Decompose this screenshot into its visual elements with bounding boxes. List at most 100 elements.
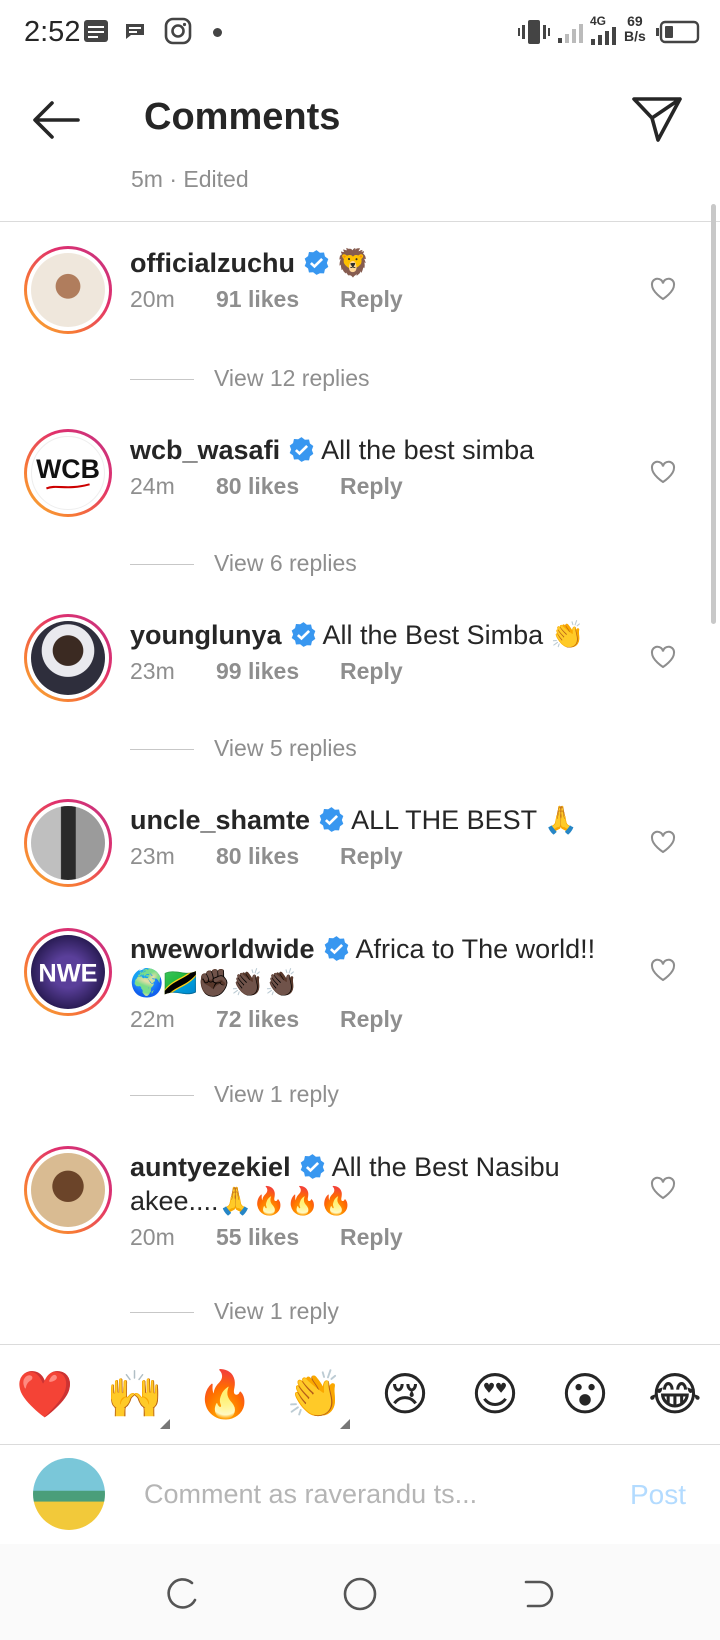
- like-heart-icon[interactable]: [650, 460, 676, 484]
- view-replies-text[interactable]: View 12 replies: [214, 365, 370, 392]
- like-heart-icon[interactable]: [650, 277, 676, 301]
- comment-body: 🦁: [336, 248, 370, 278]
- notification-dot: [213, 28, 222, 37]
- view-replies-line: [130, 1095, 194, 1096]
- like-heart-icon[interactable]: [650, 645, 676, 669]
- reply-button[interactable]: Reply: [340, 286, 403, 313]
- comment-likes[interactable]: 72 likes: [216, 1006, 299, 1033]
- svg-text:WCB: WCB: [36, 454, 100, 484]
- share-send-icon[interactable]: [630, 94, 684, 144]
- verified-badge-icon: [300, 1154, 324, 1179]
- signal-weak-icon: [558, 24, 583, 43]
- comment-text: younglunya All the Best Simba 👏: [130, 618, 610, 652]
- surprised-emoji-button[interactable]: 😮: [555, 1367, 615, 1421]
- emoji-reaction-bar: ❤️ 🙌 🔥 👏 😢 😍 😮 😂: [0, 1344, 720, 1444]
- view-replies-link[interactable]: View 6 replies: [130, 550, 450, 580]
- reply-button[interactable]: Reply: [340, 1224, 403, 1251]
- comment-text: officialzuchu 🦁: [130, 246, 610, 280]
- view-replies-link[interactable]: View 1 reply: [130, 1081, 450, 1111]
- comment-username[interactable]: uncle_shamte: [130, 805, 310, 835]
- previous-comment-meta: 5m · Edited: [131, 166, 249, 192]
- reply-button[interactable]: Reply: [340, 843, 403, 870]
- laughing-emoji-button[interactable]: 😂: [645, 1367, 705, 1421]
- page-title: Comments: [144, 96, 341, 138]
- comment-time: 24m: [130, 473, 175, 499]
- home-button-icon[interactable]: [340, 1574, 380, 1614]
- message-icon: [126, 24, 144, 39]
- skin-tone-indicator: [160, 1419, 170, 1429]
- avatar-auntyezekiel[interactable]: [24, 1146, 112, 1234]
- comment-time: 23m: [130, 658, 175, 684]
- comment-username[interactable]: officialzuchu: [130, 248, 295, 278]
- vibrate-icon: [518, 20, 550, 44]
- comment-text: auntyezekiel All the Best Nasibu akee....…: [130, 1150, 610, 1218]
- header: Comments: [0, 64, 720, 174]
- status-bar: 2:52 4G 69 B/s: [0, 0, 720, 64]
- status-time: 2:52: [24, 16, 81, 48]
- comment-username[interactable]: auntyezekiel: [130, 1152, 291, 1182]
- comment-username[interactable]: nweworldwide: [130, 934, 315, 964]
- post-button[interactable]: Post: [630, 1479, 686, 1511]
- crying-emoji-button[interactable]: 😢: [375, 1367, 435, 1421]
- view-replies-line: [130, 564, 194, 565]
- avatar-younglunya[interactable]: [24, 614, 112, 702]
- heart-eyes-emoji-button[interactable]: 😍: [465, 1367, 525, 1421]
- view-replies-line: [130, 1312, 194, 1313]
- comment-likes[interactable]: 80 likes: [216, 843, 299, 870]
- view-replies-text[interactable]: View 5 replies: [214, 735, 357, 762]
- comment-username[interactable]: younglunya: [130, 620, 282, 650]
- comment-likes[interactable]: 80 likes: [216, 473, 299, 500]
- comment-input[interactable]: [144, 1471, 594, 1517]
- verified-badge-icon: [291, 622, 315, 647]
- comment-username[interactable]: wcb_wasafi: [130, 435, 280, 465]
- caption-divider: [0, 221, 720, 222]
- battery-icon: [656, 20, 700, 44]
- svg-text:NWE: NWE: [38, 960, 97, 988]
- comment-time: 22m: [130, 1006, 175, 1032]
- comment-text: wcb_wasafi All the best simba: [130, 433, 610, 467]
- verified-badge-icon: [289, 437, 314, 462]
- reply-button[interactable]: Reply: [340, 473, 403, 500]
- like-heart-icon[interactable]: [650, 830, 676, 854]
- like-heart-icon[interactable]: [650, 958, 676, 982]
- back-arrow-icon[interactable]: [30, 98, 82, 142]
- reply-button[interactable]: Reply: [340, 1006, 403, 1033]
- comment-body: All the best simba: [321, 435, 535, 465]
- reply-button[interactable]: Reply: [340, 658, 403, 685]
- notes-icon: [84, 20, 108, 42]
- comment-time: 23m: [130, 843, 175, 869]
- comment-text: nweworldwide Africa to The world!! 🌍🇹🇿✊🏿👏…: [130, 932, 610, 1000]
- verified-badge-icon: [324, 936, 348, 961]
- comment-body: All the Best Simba 👏: [322, 620, 585, 650]
- view-replies-text[interactable]: View 6 replies: [214, 550, 357, 577]
- view-replies-link[interactable]: View 5 replies: [130, 735, 450, 765]
- speed-value: 69: [627, 13, 643, 29]
- comment-composer: Post: [0, 1444, 720, 1544]
- network-speed: 69 B/s: [624, 14, 646, 44]
- avatar-nweworldwide[interactable]: NWE: [24, 928, 112, 1016]
- comment-likes[interactable]: 55 likes: [216, 1224, 299, 1251]
- avatar-officialzuchu[interactable]: [24, 246, 112, 334]
- comment-likes[interactable]: 91 likes: [216, 286, 299, 313]
- comment-body: ALL THE BEST 🙏: [351, 805, 578, 835]
- speed-unit: B/s: [624, 28, 646, 44]
- clapping-emoji-button[interactable]: 👏: [285, 1367, 345, 1421]
- system-navigation-bar: [0, 1544, 720, 1640]
- heart-emoji-button[interactable]: ❤️: [15, 1367, 75, 1421]
- view-replies-text[interactable]: View 1 reply: [214, 1081, 339, 1108]
- comment-likes[interactable]: 99 likes: [216, 658, 299, 685]
- raising-hands-emoji-button[interactable]: 🙌: [105, 1367, 165, 1421]
- like-heart-icon[interactable]: [650, 1176, 676, 1200]
- back-nav-icon[interactable]: [518, 1574, 558, 1614]
- avatar-wcb-wasafi[interactable]: WCB: [24, 429, 112, 517]
- view-replies-text[interactable]: View 1 reply: [214, 1298, 339, 1325]
- scrollbar[interactable]: [711, 204, 716, 624]
- fire-emoji-button[interactable]: 🔥: [195, 1367, 255, 1421]
- comment-time: 20m: [130, 286, 175, 312]
- view-replies-line: [130, 379, 194, 380]
- view-replies-link[interactable]: View 12 replies: [130, 365, 450, 395]
- recent-apps-icon[interactable]: [162, 1574, 202, 1614]
- signal-strong-icon: [591, 27, 616, 45]
- view-replies-link[interactable]: View 1 reply: [130, 1298, 450, 1328]
- avatar-uncle-shamte[interactable]: [24, 799, 112, 887]
